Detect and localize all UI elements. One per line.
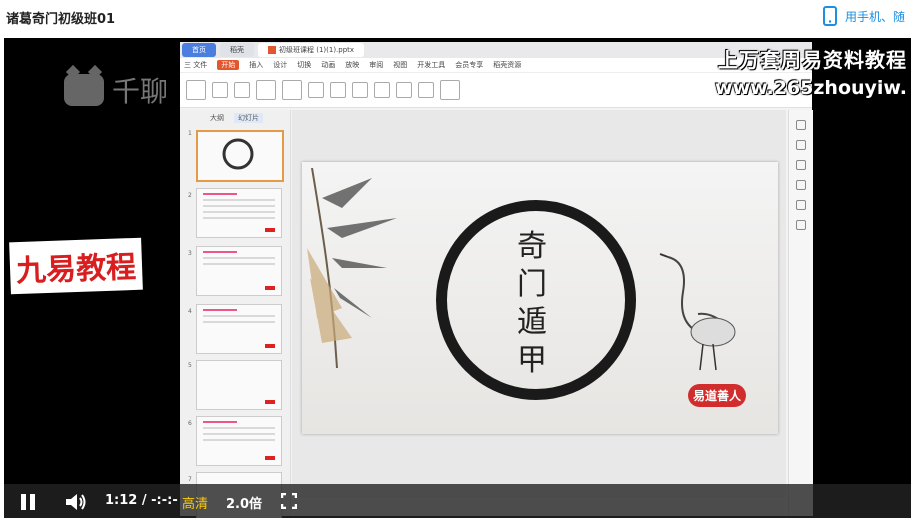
pptx-icon (268, 46, 276, 54)
tab-slides[interactable]: 幻灯片 (234, 113, 263, 123)
page-header: 诸葛奇门初级班01 用手机、随 (0, 0, 911, 34)
bamboo-illustration-icon (307, 168, 397, 368)
thumb-number: 6 (188, 420, 192, 427)
thumb-number: 5 (188, 362, 192, 369)
thumb-number: 3 (188, 250, 192, 257)
slide-title: 奇 门 遁 甲 (512, 228, 552, 380)
layout-icon[interactable] (308, 82, 324, 98)
slide-canvas: 奇 门 遁 甲 易道善人 (292, 110, 786, 498)
watermark-line-2: www.265zhouyiw. (715, 77, 907, 99)
menu-item[interactable]: 动画 (321, 60, 335, 70)
quality-button[interactable]: 高清 (182, 493, 208, 512)
paste-icon[interactable] (186, 80, 206, 100)
tool-icon[interactable] (796, 140, 806, 150)
cut-icon[interactable] (212, 82, 228, 98)
menu-item[interactable]: 审阅 (369, 60, 383, 70)
slide-thumbnail[interactable] (196, 130, 284, 182)
red-watermark: 九易教程 (9, 237, 143, 295)
tab-daoke[interactable]: 稻壳 (220, 43, 254, 57)
tab-file[interactable]: 初级班课程 (1)(1).pptx (258, 43, 365, 57)
pause-button[interactable] (20, 494, 36, 510)
crane-illustration-icon (659, 253, 736, 371)
qianliao-watermark: 千聊 (64, 70, 168, 110)
menu-item[interactable]: 开发工具 (417, 60, 445, 70)
title-char: 奇 (517, 229, 547, 264)
current-slide[interactable]: 奇 门 遁 甲 易道善人 (302, 162, 778, 434)
mobile-link-label: 用手机、随 (844, 9, 905, 24)
phone-icon (822, 6, 837, 26)
menu-item[interactable]: 稻壳资源 (493, 60, 521, 70)
title-char: 门 (517, 267, 547, 302)
cat-logo-icon (64, 74, 104, 106)
align-icon[interactable] (396, 82, 412, 98)
seal-stamp: 易道善人 (688, 384, 747, 407)
right-toolbar (788, 110, 813, 516)
volume-icon[interactable] (64, 492, 88, 512)
slide-thumbnail[interactable] (196, 246, 282, 296)
menu-item-start[interactable]: 开始 (217, 60, 240, 70)
watermark-line-1: 上万套周易资料教程 (718, 48, 907, 72)
italic-icon[interactable] (352, 82, 368, 98)
slide-thumbnail[interactable] (196, 188, 282, 238)
fullscreen-icon[interactable] (281, 493, 297, 509)
player-controls: 1:12 / -:-:- 高清 2.0倍 (4, 484, 911, 518)
thumb-number: 1 (188, 130, 192, 137)
shape-icon[interactable] (418, 82, 434, 98)
title-char: 甲 (517, 343, 547, 378)
slide-thumbnail-panel: 大纲 幻灯片 1 2 3 4 5 6 7 (180, 110, 291, 518)
format-painter-icon[interactable] (234, 82, 250, 98)
tool-icon[interactable] (796, 180, 806, 190)
time-display: 1:12 / -:-:- (105, 493, 178, 508)
tab-home[interactable]: 首页 (182, 43, 216, 57)
menu-item[interactable]: 三 文件 (184, 60, 207, 70)
textbox-icon[interactable] (440, 80, 460, 100)
thumb-number: 4 (188, 308, 192, 315)
title-char: 遁 (517, 305, 547, 340)
menu-item[interactable]: 放映 (345, 60, 359, 70)
video-player[interactable]: 千聊 九易教程 首页 稻壳 初级班课程 (1)(1).pptx 三 文件 开始 … (4, 38, 911, 518)
tab-file-label: 初级班课程 (1)(1).pptx (279, 46, 355, 54)
slide-thumbnail[interactable] (196, 304, 282, 354)
new-slide-icon[interactable] (282, 80, 302, 100)
tool-icon[interactable] (796, 160, 806, 170)
speed-button[interactable]: 2.0倍 (226, 493, 262, 512)
thumb-number: 7 (188, 476, 192, 483)
ink-circle-thumb-icon (222, 138, 254, 170)
slide-thumbnail[interactable] (196, 416, 282, 466)
menu-item[interactable]: 切换 (297, 60, 311, 70)
panel-tabs: 大纲 幻灯片 (180, 110, 290, 123)
menu-item[interactable]: 设计 (273, 60, 287, 70)
play-icon[interactable] (256, 80, 276, 100)
screen-recording: 首页 稻壳 初级班课程 (1)(1).pptx 三 文件 开始 插入 设计 切换… (180, 42, 813, 518)
tab-outline[interactable]: 大纲 (210, 113, 224, 123)
tool-icon[interactable] (796, 220, 806, 230)
menu-item[interactable]: 视图 (393, 60, 407, 70)
menu-item[interactable]: 插入 (249, 60, 263, 70)
bold-icon[interactable] (330, 82, 346, 98)
watermark-logo-text: 千聊 (112, 75, 169, 108)
text-watermark: 上万套周易资料教程 www.265zhouyiw. (715, 44, 907, 99)
underline-icon[interactable] (374, 82, 390, 98)
page-title: 诸葛奇门初级班01 (6, 12, 116, 27)
thumb-number: 2 (188, 192, 192, 199)
menu-item[interactable]: 会员专享 (455, 60, 483, 70)
tool-icon[interactable] (796, 120, 806, 130)
tool-icon[interactable] (796, 200, 806, 210)
mobile-link[interactable]: 用手机、随 (822, 6, 905, 26)
slide-thumbnail[interactable] (196, 360, 282, 410)
